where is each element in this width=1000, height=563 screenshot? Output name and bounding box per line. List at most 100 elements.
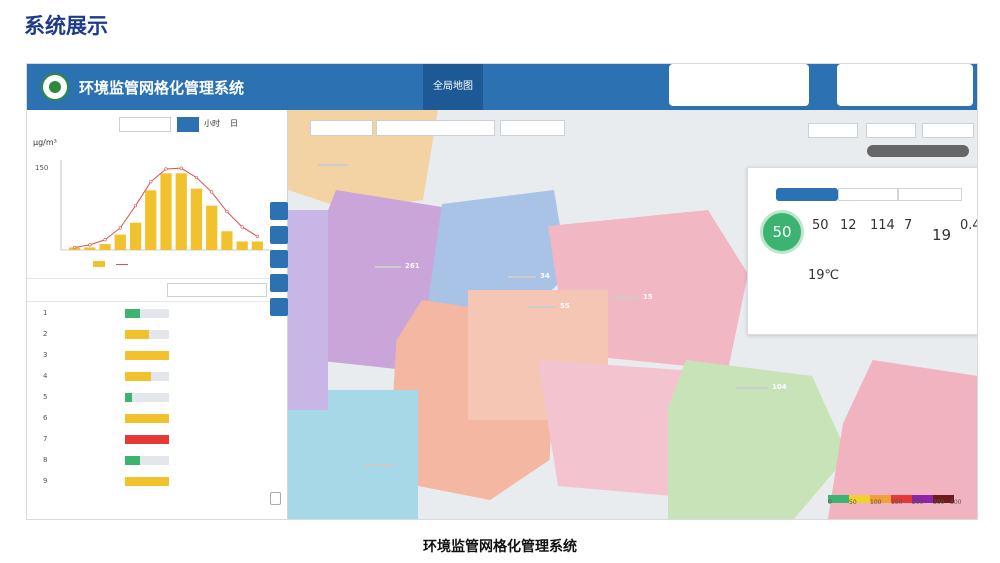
chart-bar (160, 173, 172, 250)
table-row[interactable]: 8 (27, 450, 287, 471)
trend-point (194, 175, 199, 180)
trend-point (149, 180, 153, 184)
rank-cell: 4 (43, 372, 48, 380)
trend-point (255, 234, 259, 238)
top-bar: 环境监管网格化管理系统 全局地图 (27, 64, 977, 110)
logo (41, 73, 69, 101)
aqi-bar (125, 351, 169, 360)
table-row[interactable]: 1 (27, 303, 287, 324)
pollutant-pm25: 50 (812, 218, 829, 233)
pollutant-so2: 7 (904, 218, 913, 233)
aqi-bar (125, 372, 169, 381)
filter-day[interactable]: 日 (227, 117, 241, 130)
chart-bar (175, 173, 187, 250)
pollutant-o3: 114 (870, 218, 895, 233)
detail-header (27, 278, 287, 302)
filter-option[interactable] (245, 117, 259, 130)
card-tab[interactable] (838, 188, 898, 201)
map-button[interactable] (922, 123, 974, 138)
scale-tick: 50 (849, 499, 857, 506)
trend-point (133, 204, 138, 208)
marker[interactable]: 261 (375, 260, 424, 273)
chart-bar (99, 244, 111, 250)
trend-point (240, 225, 244, 229)
nav-item[interactable] (483, 64, 503, 110)
aqi-bar (125, 435, 169, 444)
trend-point (210, 190, 214, 194)
temperature: 19℃ (808, 268, 840, 283)
tool-button[interactable] (270, 226, 288, 244)
map-select[interactable] (376, 120, 495, 136)
scale-tick: 100 (870, 499, 882, 506)
aqi-circle: 50 (760, 210, 804, 254)
slide-caption: 环境监管网格化管理系统 (423, 539, 577, 555)
marker[interactable]: 34 (508, 270, 554, 283)
app-screenshot: 环境监管网格化管理系统 全局地图 小时 日 μg/m³ 150 12345678… (26, 63, 978, 520)
data-update-time (867, 145, 969, 157)
trend-chart: 150 (35, 160, 273, 251)
map-button[interactable] (808, 123, 858, 138)
map-view[interactable]: 261 34 55 15 104 50 50 12 114 7 19 0.4 1… (288, 110, 977, 519)
y-tick-150: 150 (35, 164, 48, 172)
table-row[interactable]: 4 (27, 366, 287, 387)
marker[interactable] (364, 458, 408, 471)
chart-bar (206, 205, 218, 250)
table-row[interactable]: 7 (27, 429, 287, 450)
filter-selected[interactable] (177, 117, 199, 132)
marker-a[interactable] (318, 158, 364, 171)
rank-cell: 3 (43, 351, 48, 359)
marker[interactable]: 15 (611, 291, 657, 304)
table-row[interactable]: 6 (27, 408, 287, 429)
card-tab[interactable] (898, 188, 962, 201)
scale-tick: 500 (950, 499, 962, 506)
table-row[interactable]: 9 (27, 471, 287, 492)
aqi-scale: 0 50 100 150 200 300 500 (828, 488, 961, 507)
aqi-bar (125, 393, 169, 402)
table-row[interactable]: 5 (27, 387, 287, 408)
scale-tick: 0 (828, 499, 832, 506)
overlay-box (669, 64, 809, 106)
trend-point (225, 210, 229, 214)
chart-bar (251, 241, 263, 250)
map-button[interactable] (866, 123, 916, 138)
marker[interactable]: 55 (528, 300, 574, 313)
tool-button[interactable] (270, 298, 288, 316)
aqi-bar (125, 477, 169, 486)
rank-cell: 7 (43, 435, 48, 443)
marker[interactable]: 104 (736, 381, 791, 394)
scale-tick: 300 (933, 499, 945, 506)
trend-point (73, 245, 77, 250)
card-tab-active[interactable] (776, 188, 838, 201)
pollutant-co: 0.4 (960, 218, 977, 233)
tool-button[interactable] (270, 274, 288, 292)
slide-title: 系统展示 (24, 14, 108, 38)
aqi-bar (125, 330, 169, 339)
station-search-input[interactable] (167, 283, 267, 297)
map-select[interactable] (500, 120, 565, 136)
table-row[interactable]: 2 (27, 324, 287, 345)
chart-bar (114, 234, 126, 250)
tool-button[interactable] (270, 202, 288, 220)
map-select[interactable] (310, 120, 373, 136)
chart-bar (84, 247, 96, 250)
trend-point (118, 226, 122, 230)
region-lavender (288, 210, 328, 410)
aqi-bar (125, 309, 169, 318)
search-select[interactable] (119, 117, 171, 132)
unit-label: μg/m³ (33, 138, 57, 147)
tool-button[interactable] (270, 250, 288, 268)
scale-tick: 200 (912, 499, 924, 506)
filter-hour[interactable]: 小时 (201, 117, 223, 130)
nav-item[interactable] (551, 64, 571, 110)
chart-legend (93, 260, 131, 268)
nav-global-map[interactable]: 全局地图 (423, 64, 483, 110)
bottom-icon[interactable] (270, 492, 281, 505)
nav-item[interactable] (609, 64, 629, 110)
table-row[interactable]: 3 (27, 345, 287, 366)
rank-cell: 9 (43, 477, 48, 485)
rank-cell: 5 (43, 393, 48, 401)
overlay-box (837, 64, 973, 106)
left-panel: 小时 日 μg/m³ 150 1 2 3 4 5 6 7 8 9 (27, 110, 288, 519)
chart-bar (236, 241, 248, 250)
app-title: 环境监管网格化管理系统 (79, 79, 245, 97)
